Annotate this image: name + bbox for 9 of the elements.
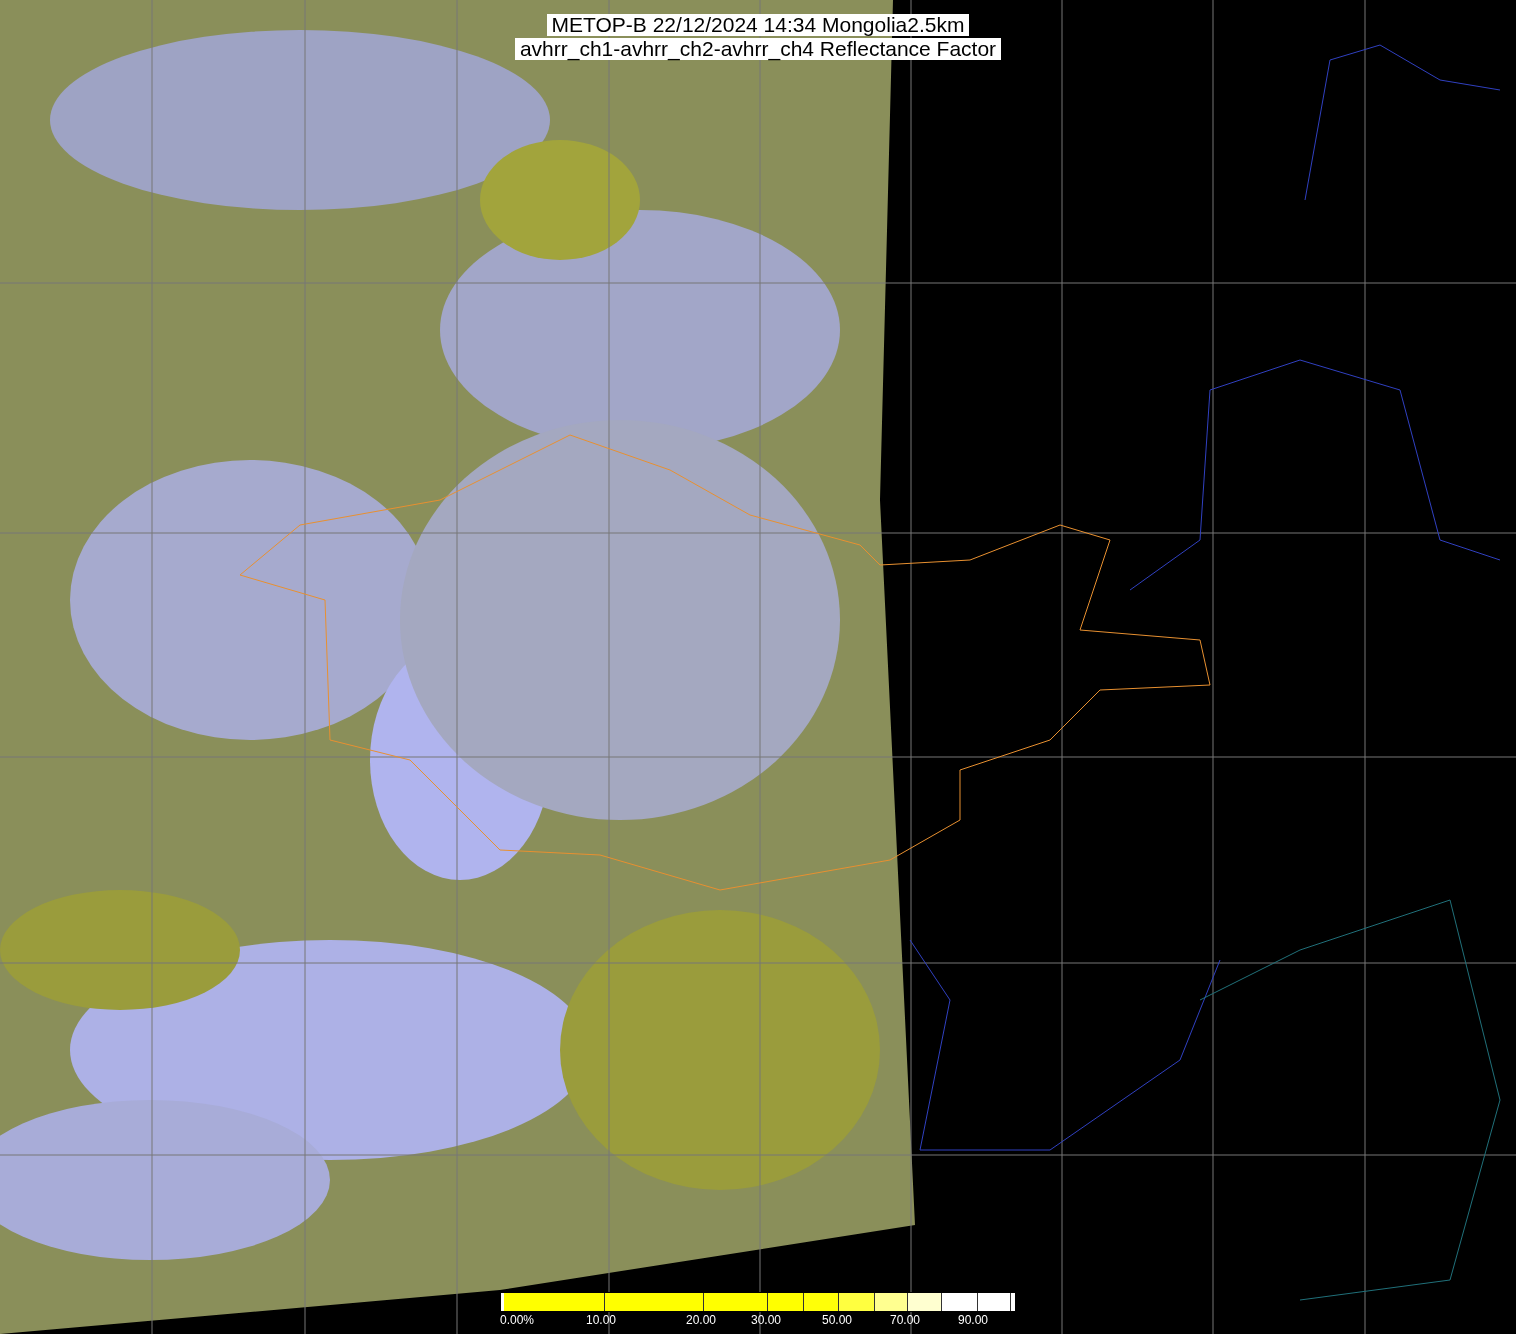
- colorbar-tick-label: 90.00: [958, 1313, 989, 1327]
- colorbar-tick-label: 20.00: [686, 1313, 717, 1327]
- colorbar-tick-label: 50.00: [822, 1313, 853, 1327]
- map-title: avhrr_ch1-avhrr_ch2-avhrr_ch4 Reflectance Factor: [514, 38, 1002, 60]
- colorbar-tick-label: 0.00%: [500, 1313, 535, 1327]
- colorbar-tick-label: 10.00: [586, 1313, 617, 1327]
- map-title: METOP-B 22/12/2024 14:34 Mongolia2.5km: [546, 14, 970, 36]
- colorbar-tick-label: 30.00: [751, 1313, 782, 1327]
- colorbar-tick-label: 70.00: [890, 1313, 921, 1327]
